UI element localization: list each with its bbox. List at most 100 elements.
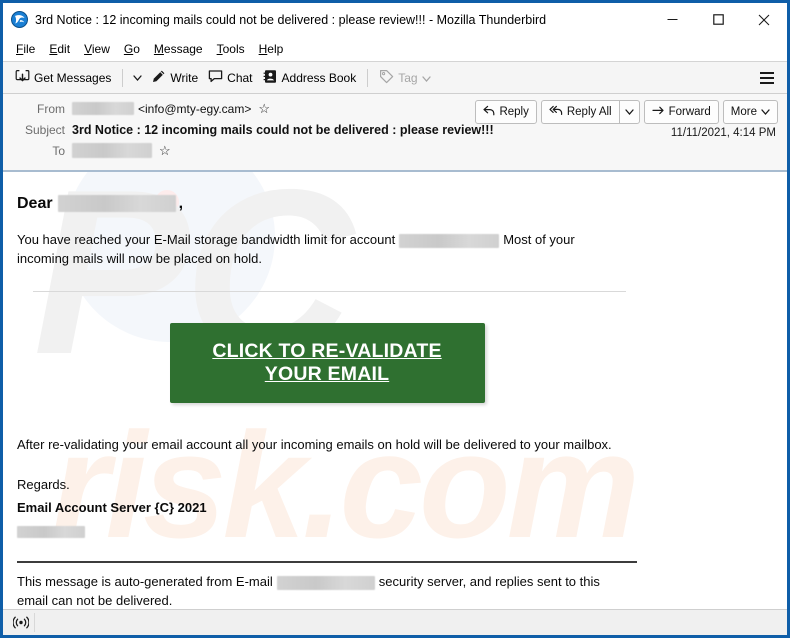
window-controls [649, 3, 787, 36]
more-label: More [730, 106, 757, 118]
pencil-icon [151, 69, 166, 87]
menu-rest-file: ile [23, 42, 36, 56]
cta-label: CLICK TO RE-VALIDATE YOUR EMAIL [212, 339, 442, 385]
menu-rest-tools: ools [222, 42, 245, 56]
email-content: Dear , You have reached your E-Mail stor… [3, 172, 787, 609]
close-icon[interactable] [741, 3, 787, 36]
reply-all-label: Reply All [566, 106, 612, 118]
reply-label: Reply [499, 106, 529, 118]
address-book-button[interactable]: Address Book [258, 66, 362, 90]
chat-button[interactable]: Chat [203, 66, 257, 90]
reply-all-icon [549, 105, 563, 119]
paragraph1-before: You have reached your E-Mail storage ban… [17, 232, 396, 248]
write-button[interactable]: Write [146, 66, 203, 90]
write-label: Write [170, 70, 199, 85]
menu-item-tools[interactable]: Tools [210, 40, 252, 58]
window-title: 3rd Notice : 12 incoming mails could not… [35, 12, 547, 27]
menu-rest-edit: dit [57, 42, 71, 56]
status-bar [3, 609, 787, 635]
tag-icon [379, 69, 394, 87]
tag-label: Tag [398, 70, 418, 85]
redacted-signature-domain-wrap [17, 522, 769, 541]
content-divider-bottom [17, 560, 637, 563]
menu-item-message[interactable]: Message [147, 40, 210, 58]
menu-accel-view: V [84, 42, 92, 56]
menu-accel-message: M [153, 42, 164, 56]
app-menu-icon[interactable] [755, 66, 779, 90]
forward-icon [652, 105, 665, 119]
from-address: <info@mty-egy.cam> [138, 101, 252, 116]
regards-line: Regards. [17, 477, 70, 493]
more-chevron-down-icon [761, 106, 770, 118]
get-messages-label: Get Messages [34, 70, 112, 85]
paragraph-after-cta: After re-validating your email account a… [17, 436, 612, 452]
subject-label: Subject [24, 122, 65, 137]
connection-status-icon[interactable] [8, 613, 35, 632]
main-toolbar: Get Messages Write Chat Address Book Tag [3, 62, 787, 94]
redacted-greeting-name [57, 195, 176, 213]
more-button[interactable]: More [722, 100, 778, 124]
redacted-account [399, 233, 500, 248]
chat-bubble-icon [208, 69, 223, 87]
greeting-line: Dear , [17, 192, 769, 215]
reply-all-dropdown[interactable] [618, 100, 640, 124]
reply-all-group: Reply All [540, 100, 640, 124]
footer-before: This message is auto-generated from E-ma… [17, 573, 273, 589]
menu-rest-view: iew [91, 42, 110, 56]
message-action-buttons: Reply Reply All Forward More [475, 100, 778, 124]
maximize-icon[interactable] [695, 3, 741, 36]
star-icon-to[interactable]: ☆ [159, 144, 171, 157]
get-messages-dropdown[interactable] [129, 66, 146, 90]
cta-container: CLICK TO RE-VALIDATE YOUR EMAIL [17, 292, 637, 403]
menu-accel-help: H [258, 42, 268, 56]
menu-rest-help: elp [267, 42, 284, 56]
chat-label: Chat [227, 70, 253, 85]
star-icon-from[interactable]: ☆ [258, 102, 270, 115]
to-row: To ☆ [3, 140, 787, 161]
menu-rest-go: o [133, 42, 140, 56]
greeting-text: Dear [17, 195, 53, 212]
redacted-recipient [72, 143, 152, 158]
redacted-sender-name [72, 102, 134, 115]
to-label: To [52, 143, 65, 158]
reply-button[interactable]: Reply [475, 100, 537, 124]
footer-disclaimer: This message is auto-generated from E-ma… [17, 573, 617, 609]
signature-line: Email Account Server {C} 2021 [17, 500, 207, 516]
reply-all-button[interactable]: Reply All [540, 100, 619, 124]
menu-item-view[interactable]: View [77, 40, 117, 58]
redacted-signature-domain [17, 525, 85, 538]
from-value: <info@mty-egy.cam> ☆ [72, 102, 270, 116]
tag-chevron-down-icon [421, 71, 431, 85]
toolbar-separator-2 [367, 68, 369, 87]
subject-value: 3rd Notice : 12 incoming mails could not… [72, 122, 494, 137]
menu-item-help[interactable]: Help [252, 40, 291, 58]
redacted-footer-domain [276, 575, 375, 590]
address-book-icon [263, 69, 278, 87]
title-bar: 3rd Notice : 12 incoming mails could not… [3, 3, 787, 37]
thunderbird-icon [11, 11, 28, 28]
menu-item-edit[interactable]: Edit [42, 40, 77, 58]
get-messages-icon [15, 69, 30, 87]
get-messages-button[interactable]: Get Messages [10, 66, 116, 90]
thunderbird-window: 3rd Notice : 12 incoming mails could not… [0, 0, 790, 638]
revalidate-email-button[interactable]: CLICK TO RE-VALIDATE YOUR EMAIL [169, 322, 485, 403]
to-value: ☆ [72, 143, 171, 158]
tag-button[interactable]: Tag [374, 66, 435, 90]
forward-button[interactable]: Forward [643, 100, 719, 124]
message-date: 11/11/2021, 4:14 PM [670, 127, 776, 139]
forward-label: Forward [668, 106, 711, 118]
minimize-icon[interactable] [649, 3, 695, 36]
menu-item-go[interactable]: Go [117, 40, 147, 58]
message-body: PC risk.com Dear , You have reached your… [3, 172, 787, 609]
from-label: From [37, 101, 65, 116]
address-book-label: Address Book [281, 70, 357, 85]
message-header: From <info@mty-egy.cam> ☆ Subject 3rd No… [3, 94, 787, 172]
menu-item-file[interactable]: File [9, 40, 42, 58]
menu-bar: File Edit View Go Message Tools Help [3, 37, 787, 62]
toolbar-separator-1 [122, 68, 124, 87]
greeting-comma: , [178, 195, 184, 212]
reply-icon [483, 105, 495, 119]
menu-rest-message: essage [163, 42, 203, 56]
paragraph-storage-limit: You have reached your E-Mail storage ban… [17, 231, 627, 269]
menu-accel-go: G [123, 42, 134, 56]
